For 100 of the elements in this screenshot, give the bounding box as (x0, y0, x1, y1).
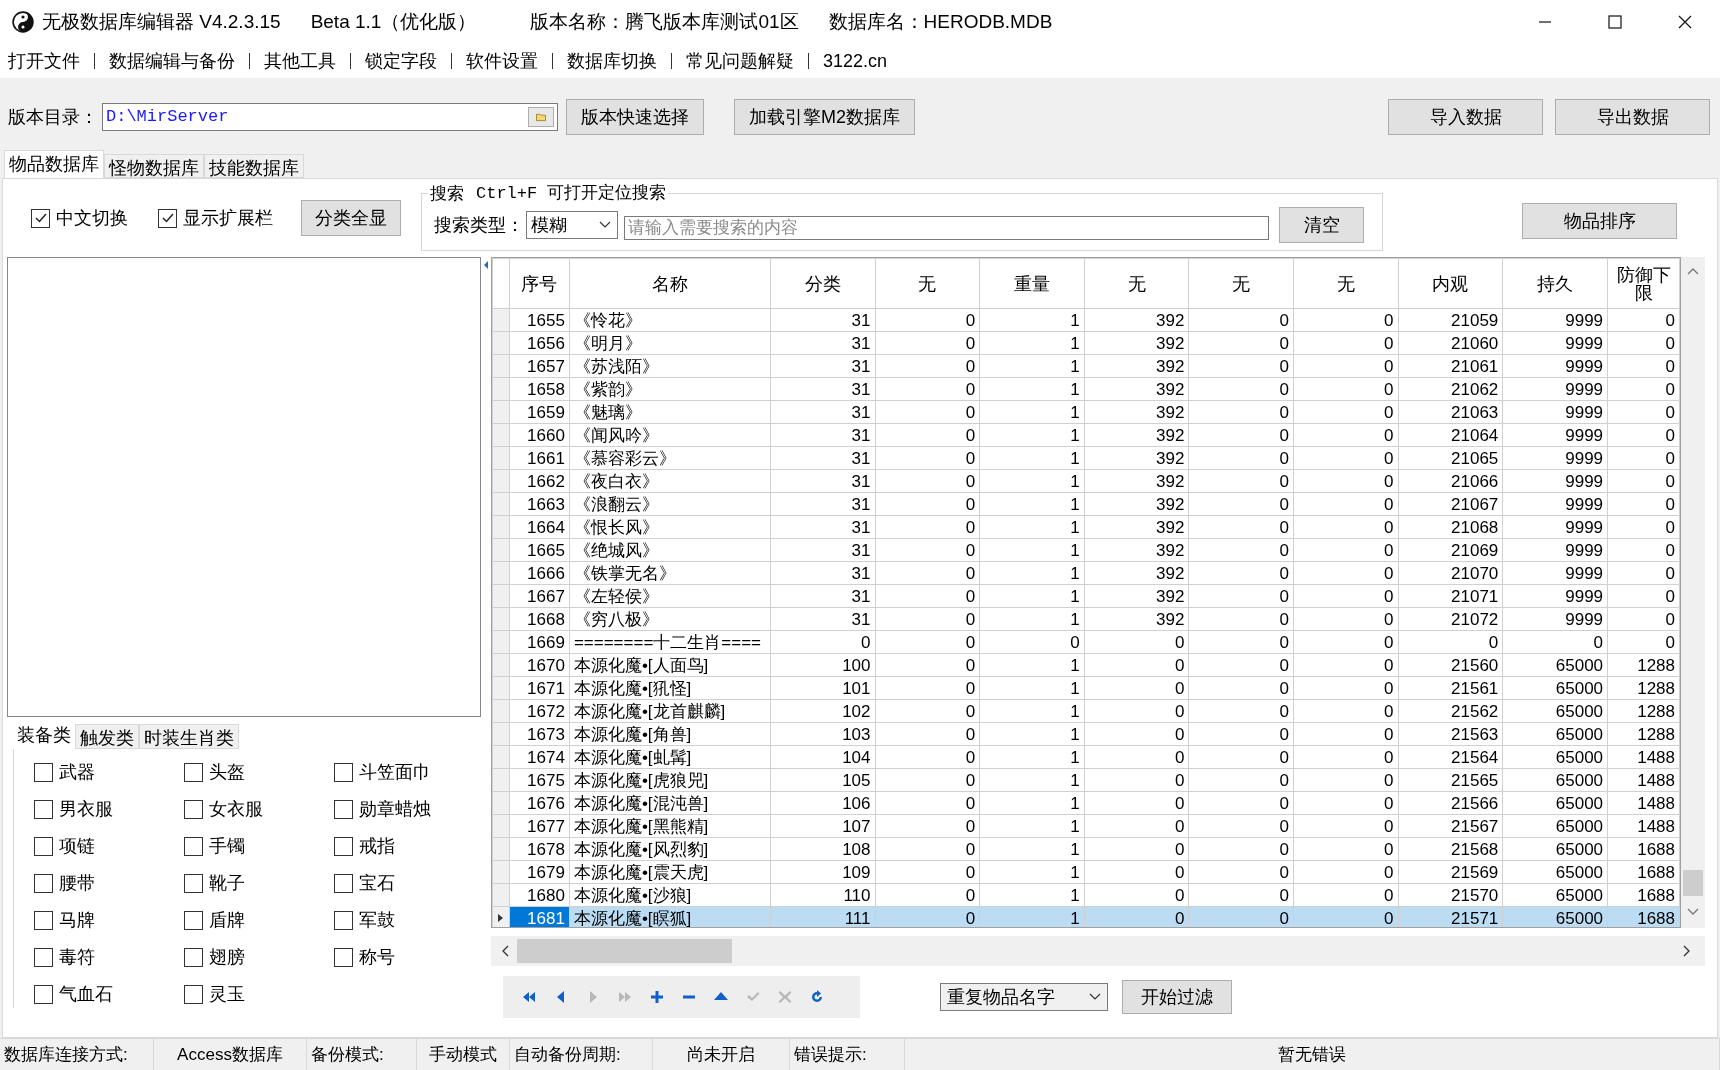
checkbox[interactable] (184, 911, 203, 930)
checkbox[interactable] (334, 948, 353, 967)
table-cell: 21070 (1398, 561, 1503, 585)
table-row[interactable]: 1658 《紫韵》 31 0 1 392 0 0 21062 9999 0 (492, 377, 1680, 401)
table-cell: 0 (1188, 377, 1294, 401)
tab[interactable]: 物品数据库 (4, 150, 104, 178)
table-row[interactable]: 1676 本源化魔•[混沌兽] 106 0 1 0 0 0 21566 65000 1488 (492, 791, 1680, 815)
scroll-right-icon[interactable] (1683, 945, 1691, 957)
checkbox-label: 男衣服 (59, 798, 113, 821)
table-row[interactable]: 1655 《怜花》 31 0 1 392 0 0 21059 9999 0 (492, 308, 1680, 332)
checkbox[interactable] (31, 208, 50, 228)
tab[interactable]: 触发类 (75, 724, 139, 749)
table-row[interactable]: 1662 《夜白衣》 31 0 1 392 0 0 21066 9999 0 (492, 469, 1680, 493)
table-cell: 0 (1293, 492, 1399, 516)
table-row[interactable]: 1661 《慕容彩云》 31 0 1 392 0 0 21065 9999 0 (492, 446, 1680, 470)
table-row[interactable]: 1677 本源化魔•[黑熊精] 107 0 1 0 0 0 21567 65000 1488 (492, 814, 1680, 838)
table-row[interactable]: 1664 《恨长风》 31 0 1 392 0 0 21068 9999 0 (492, 515, 1680, 539)
checkbox[interactable] (334, 763, 353, 782)
menu-item[interactable]: 常见问题解疑 (686, 47, 794, 75)
table-cell: 0 (1293, 722, 1399, 746)
checkbox[interactable] (184, 874, 203, 893)
table-row[interactable]: 1674 本源化魔•[虬髯] 104 0 1 0 0 0 21564 65000 1488 (492, 745, 1680, 769)
splitter-arrow-icon[interactable] (484, 261, 488, 269)
table-row[interactable]: 1663 《浪翻云》 31 0 1 392 0 0 21067 9999 0 (492, 492, 1680, 516)
checkbox[interactable] (158, 208, 177, 228)
checkbox[interactable] (184, 837, 203, 856)
checkbox[interactable] (334, 911, 353, 930)
checkbox[interactable] (34, 948, 53, 967)
table-row[interactable]: 1678 本源化魔•[风烈豹] 108 0 1 0 0 0 21568 65000 1688 (492, 837, 1680, 861)
menu-item[interactable]: 锁定字段 (365, 47, 437, 75)
tab[interactable]: 技能数据库 (204, 154, 304, 178)
table-row[interactable]: 1681 本源化魔•[瞑狐] 111 0 1 0 0 0 21571 65000 1688 (492, 906, 1680, 927)
table-cell: 0 (1293, 676, 1399, 700)
horizontal-scrollbar[interactable] (491, 936, 1705, 966)
menu-item[interactable]: 其他工具 (264, 47, 336, 75)
table-cell: 103 (770, 722, 875, 746)
table-row[interactable]: 1675 本源化魔•[虎狼兕] 105 0 1 0 0 0 21565 65000 1488 (492, 768, 1680, 792)
checkbox-label: 盾牌 (209, 909, 245, 932)
checkbox[interactable] (34, 800, 53, 819)
refresh-icon[interactable] (809, 989, 825, 1005)
scroll-up-icon[interactable] (1687, 267, 1699, 275)
checkbox[interactable] (34, 837, 53, 856)
tab[interactable]: 时装生肖类 (139, 724, 239, 749)
table-row[interactable]: 1669 ========十二生肖==== 0 0 0 0 0 0 0 0 0 (492, 630, 1680, 654)
table-row[interactable]: 1659 《魅璃》 31 0 1 392 0 0 21063 9999 0 (492, 400, 1680, 424)
menu-item[interactable]: 数据库切换 (567, 47, 657, 75)
checkbox[interactable] (184, 948, 203, 967)
filter-dropdown[interactable]: 重复物品名字 (940, 983, 1108, 1011)
menu-item[interactable]: 3122.cn (823, 47, 888, 75)
table-cell: 0 (979, 630, 1085, 654)
table-cell: 《左轻侯》 (569, 584, 771, 608)
sort-button[interactable]: 物品排序 (1522, 203, 1677, 239)
table-row[interactable]: 1680 本源化魔•[沙狼] 110 0 1 0 0 0 21570 65000 1688 (492, 883, 1680, 907)
toolbar-button[interactable]: 加载引擎M2数据库 (734, 99, 915, 135)
checkbox[interactable] (34, 911, 53, 930)
table-row[interactable]: 1667 《左轻侯》 31 0 1 392 0 0 21071 9999 0 (492, 584, 1680, 608)
table-row[interactable]: 1656 《明月》 31 0 1 392 0 0 21060 9999 0 (492, 331, 1680, 355)
show-all-button[interactable]: 分类全显 (301, 200, 401, 236)
table-cell: 65000 (1502, 768, 1608, 792)
table-cell: 105 (770, 768, 875, 792)
scroll-left-icon[interactable] (501, 945, 509, 957)
checkbox[interactable] (334, 837, 353, 856)
table-row[interactable]: 1679 本源化魔•[震天虎] 109 0 1 0 0 0 21569 65000 1688 (492, 860, 1680, 884)
plus-icon[interactable] (649, 989, 665, 1005)
scroll-thumb[interactable] (517, 939, 732, 963)
search-input[interactable]: 请输入需要搜索的内容 (624, 216, 1269, 240)
toolbar-button[interactable]: 导入数据 (1388, 99, 1543, 135)
checkbox[interactable] (34, 985, 53, 1004)
table-row[interactable]: 1672 本源化魔•[龙首麒麟] 102 0 1 0 0 0 21562 65000 1288 (492, 699, 1680, 723)
toolbar-button[interactable]: 版本快速选择 (566, 99, 704, 135)
menu-item[interactable]: 打开文件 (8, 47, 80, 75)
search-type-dropdown[interactable]: 模糊 (526, 211, 618, 239)
directory-field[interactable]: D:\MirServer (102, 103, 558, 131)
table-row[interactable]: 1666 《铁掌无名》 31 0 1 392 0 0 21070 9999 0 (492, 561, 1680, 585)
table-row[interactable]: 1670 本源化魔•[人面鸟] 100 0 1 0 0 0 21560 65000 1288 (492, 653, 1680, 677)
table-cell: 1663 (509, 492, 570, 516)
checkbox[interactable] (184, 800, 203, 819)
checkbox[interactable] (34, 874, 53, 893)
table-cell: 0 (1293, 331, 1399, 355)
table-row[interactable]: 1668 《穷八极》 31 0 1 392 0 0 21072 9999 0 (492, 607, 1680, 631)
checkbox[interactable] (184, 763, 203, 782)
table-row[interactable]: 1665 《绝城风》 31 0 1 392 0 0 21069 9999 0 (492, 538, 1680, 562)
clear-button[interactable]: 清空 (1279, 207, 1364, 243)
tab[interactable]: 怪物数据库 (104, 154, 204, 178)
table-row[interactable]: 1671 本源化魔•[犼怪] 101 0 1 0 0 0 21561 65000 1288 (492, 676, 1680, 700)
table-row[interactable]: 1660 《闻风吟》 31 0 1 392 0 0 21064 9999 0 (492, 423, 1680, 447)
menu-item[interactable]: 数据编辑与备份 (109, 47, 235, 75)
checkbox[interactable] (34, 763, 53, 782)
checkbox[interactable] (334, 800, 353, 819)
table-row[interactable]: 1657 《苏浅陌》 31 0 1 392 0 0 21061 9999 0 (492, 354, 1680, 378)
toolbar-button[interactable]: 导出数据 (1555, 99, 1710, 135)
first-record-icon[interactable] (521, 989, 537, 1005)
scroll-thumb[interactable] (1683, 870, 1703, 896)
table-row[interactable]: 1673 本源化魔•[角兽] 103 0 1 0 0 0 21563 65000 1288 (492, 722, 1680, 746)
menu-item[interactable]: 软件设置 (466, 47, 538, 75)
vertical-scrollbar[interactable] (1681, 257, 1705, 928)
checkbox[interactable] (334, 874, 353, 893)
checkbox[interactable] (184, 985, 203, 1004)
scroll-down-icon[interactable] (1687, 908, 1699, 916)
start-filter-button[interactable]: 开始过滤 (1122, 980, 1232, 1014)
